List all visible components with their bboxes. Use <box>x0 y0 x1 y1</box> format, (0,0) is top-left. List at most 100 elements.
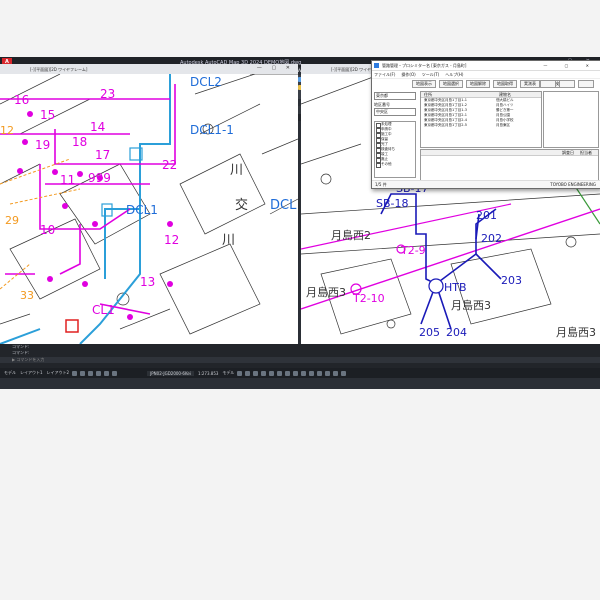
column-header[interactable]: 担当者 <box>580 150 592 155</box>
status-bar: モデル レイアウト1 レイアウト2 JPN02-JGD2000-6Kei 1:273.8… <box>0 368 600 378</box>
status-toggle-icon[interactable] <box>261 370 267 376</box>
status-toggle-icon[interactable] <box>88 370 94 376</box>
command-input[interactable]: ▶ コマンドを入力 <box>0 357 600 363</box>
dialog-status-bar: 1/5 件 TOYOBO ENGINEERING <box>372 180 600 188</box>
coordinate-system[interactable]: JPN02-JGD2000-6Kei <box>147 370 194 376</box>
viewport-controls[interactable]: — ▢ ✕ <box>257 65 294 71</box>
map-label: 17 <box>95 148 110 162</box>
status-toggle-icon[interactable] <box>293 370 299 376</box>
map-label: 交 <box>235 197 248 213</box>
dialog-menu-item[interactable]: ファイル(F) <box>374 72 395 77</box>
dialog-menu-item[interactable]: ツール(T) <box>422 72 440 77</box>
pipeline-manager-dialog: 管路管理・プロシミター名 [東京ガス - 月島町] — ▢ ✕ ファイル(F) 操… <box>371 60 600 189</box>
layout-tab[interactable]: レイアウト2 <box>47 370 70 376</box>
blank-button[interactable] <box>540 80 556 88</box>
status-toggle-icon[interactable] <box>112 370 118 376</box>
address-table[interactable]: 住所 建物名 東京都中央区月島1丁目1-1 佃大橋ビル 東京都中央区月島1丁目1-2… <box>420 91 542 148</box>
map-label: 29 <box>5 214 19 227</box>
dialog-button[interactable]: 地図解除 <box>466 80 490 88</box>
status-toggle-icon[interactable] <box>301 370 307 376</box>
app-icon <box>374 63 379 68</box>
map-label: DCL1-1 <box>190 123 234 137</box>
dialog-button[interactable]: 地図取得 <box>493 80 517 88</box>
map-label: 16 <box>14 93 29 107</box>
map-label: 15 <box>40 108 55 122</box>
column-header[interactable]: 住所 <box>421 92 496 97</box>
prefecture-select[interactable]: 東京都 <box>374 92 416 100</box>
map-label: 11 <box>60 173 75 187</box>
scale-readout[interactable]: 1:273.853 <box>198 371 218 376</box>
map-label: 月島西3 <box>306 285 346 299</box>
command-placeholder: コマンドを入力 <box>16 357 45 362</box>
status-toggle-icon[interactable] <box>317 370 323 376</box>
column-header[interactable]: 調査日 <box>562 150 574 155</box>
command-history-line: コマンド: <box>12 350 30 355</box>
map-label: T2-10 <box>352 292 385 305</box>
tree-item-checkbox[interactable]: その他 <box>375 162 415 168</box>
command-line-area: コマンド: コマンド: ▶ コマンドを入力 <box>0 344 600 368</box>
map-label: 33 <box>20 289 34 302</box>
dialog-toolbar-right <box>537 80 594 88</box>
blank-button[interactable] <box>559 80 575 88</box>
status-toggle-icon[interactable] <box>96 370 102 376</box>
status-toggle-icon[interactable] <box>237 370 243 376</box>
map-label: 月島西2 <box>331 228 371 242</box>
map-label: 201 <box>476 209 497 222</box>
status-toggle-icon[interactable] <box>253 370 259 376</box>
status-toggle-icon[interactable] <box>245 370 251 376</box>
map-label: 18 <box>72 135 87 149</box>
status-toggle-icon[interactable] <box>80 370 86 376</box>
dialog-window-controls[interactable]: — ▢ ✕ <box>543 61 597 70</box>
dialog-button[interactable]: 地図選択 <box>439 80 463 88</box>
status-toggle-icon[interactable] <box>341 370 347 376</box>
map-label: 12 <box>164 233 179 247</box>
status-toggle-icon[interactable] <box>104 370 110 376</box>
status-toggle-icon[interactable] <box>333 370 339 376</box>
map-label: 22 <box>162 158 177 172</box>
left-viewport-header: [-][平面図][2D ワイヤフレーム] — ▢ ✕ <box>0 64 298 74</box>
map-label: DCL1 <box>126 203 158 217</box>
address-cell: 東京都中央区月島1丁目2-5 <box>424 123 467 127</box>
map-label: DCL <box>270 198 297 213</box>
map-label: 月島西3 <box>556 325 596 339</box>
map-label: 川 <box>230 163 243 178</box>
map-label: 月島西3 <box>451 298 491 312</box>
history-table[interactable]: 調査日 担当者 <box>420 149 599 181</box>
map-label: 10 <box>40 223 55 237</box>
dialog-menu-item[interactable]: ヘルプ(H) <box>445 72 463 77</box>
map-label: CL1 <box>92 303 115 317</box>
model-space-toggle[interactable]: モデル <box>222 370 234 376</box>
table-row[interactable]: 東京都中央区月島1丁目2-5 月島東区 <box>421 123 541 128</box>
map-label: SB-18 <box>376 197 409 210</box>
dialog-button[interactable]: 地図表示 <box>412 80 436 88</box>
record-count: 1/5 件 <box>375 182 387 187</box>
dialog-menu-item[interactable]: 操作(O) <box>401 72 415 77</box>
map-label: 204 <box>446 326 467 339</box>
left-map-drawing: 16 15 23 14 19 18 17 22 11 999 10 12 13 … <box>0 74 298 344</box>
map-label: T2-9 <box>400 244 426 257</box>
status-toggle-icon[interactable] <box>277 370 283 376</box>
table-body: 東京都中央区月島1丁目1-1 佃大橋ビル 東京都中央区月島1丁目1-2 月島ハイツ 東京… <box>421 98 541 128</box>
left-map-viewport[interactable]: 16 15 23 14 19 18 17 22 11 999 10 12 13 … <box>0 74 298 344</box>
map-label: 13 <box>140 275 155 289</box>
map-label: 川 <box>222 233 235 248</box>
status-tree[interactable]: 未処理 申請中 施工中 保留 完了 検査待ち 竣工 廃止 その他 <box>374 121 416 178</box>
ward-field[interactable]: 中央区 <box>374 108 416 116</box>
status-toggle-icon[interactable] <box>285 370 291 376</box>
status-toggle-icon[interactable] <box>72 370 78 376</box>
viewport-label[interactable]: [-][平面図][2D ワイヤフレーム] <box>30 67 87 73</box>
map-label: 14 <box>90 120 105 134</box>
map-label: 12 <box>0 124 14 137</box>
layout-tab[interactable]: モデル <box>4 370 16 376</box>
status-toggle-icon[interactable] <box>309 370 315 376</box>
blank-button[interactable] <box>578 80 594 88</box>
map-label: 19 <box>35 138 50 152</box>
status-toggle-icon[interactable] <box>325 370 331 376</box>
layout-tab[interactable]: レイアウト1 <box>20 370 43 376</box>
map-label: 999 <box>88 171 111 185</box>
map-label: HTB <box>444 281 467 294</box>
status-toggle-icon[interactable] <box>269 370 275 376</box>
map-label: 205 <box>419 326 440 339</box>
dialog-title-bar: 管路管理・プロシミター名 [東京ガス - 月島町] — ▢ ✕ <box>372 61 600 71</box>
column-header[interactable]: 建物名 <box>496 92 511 97</box>
